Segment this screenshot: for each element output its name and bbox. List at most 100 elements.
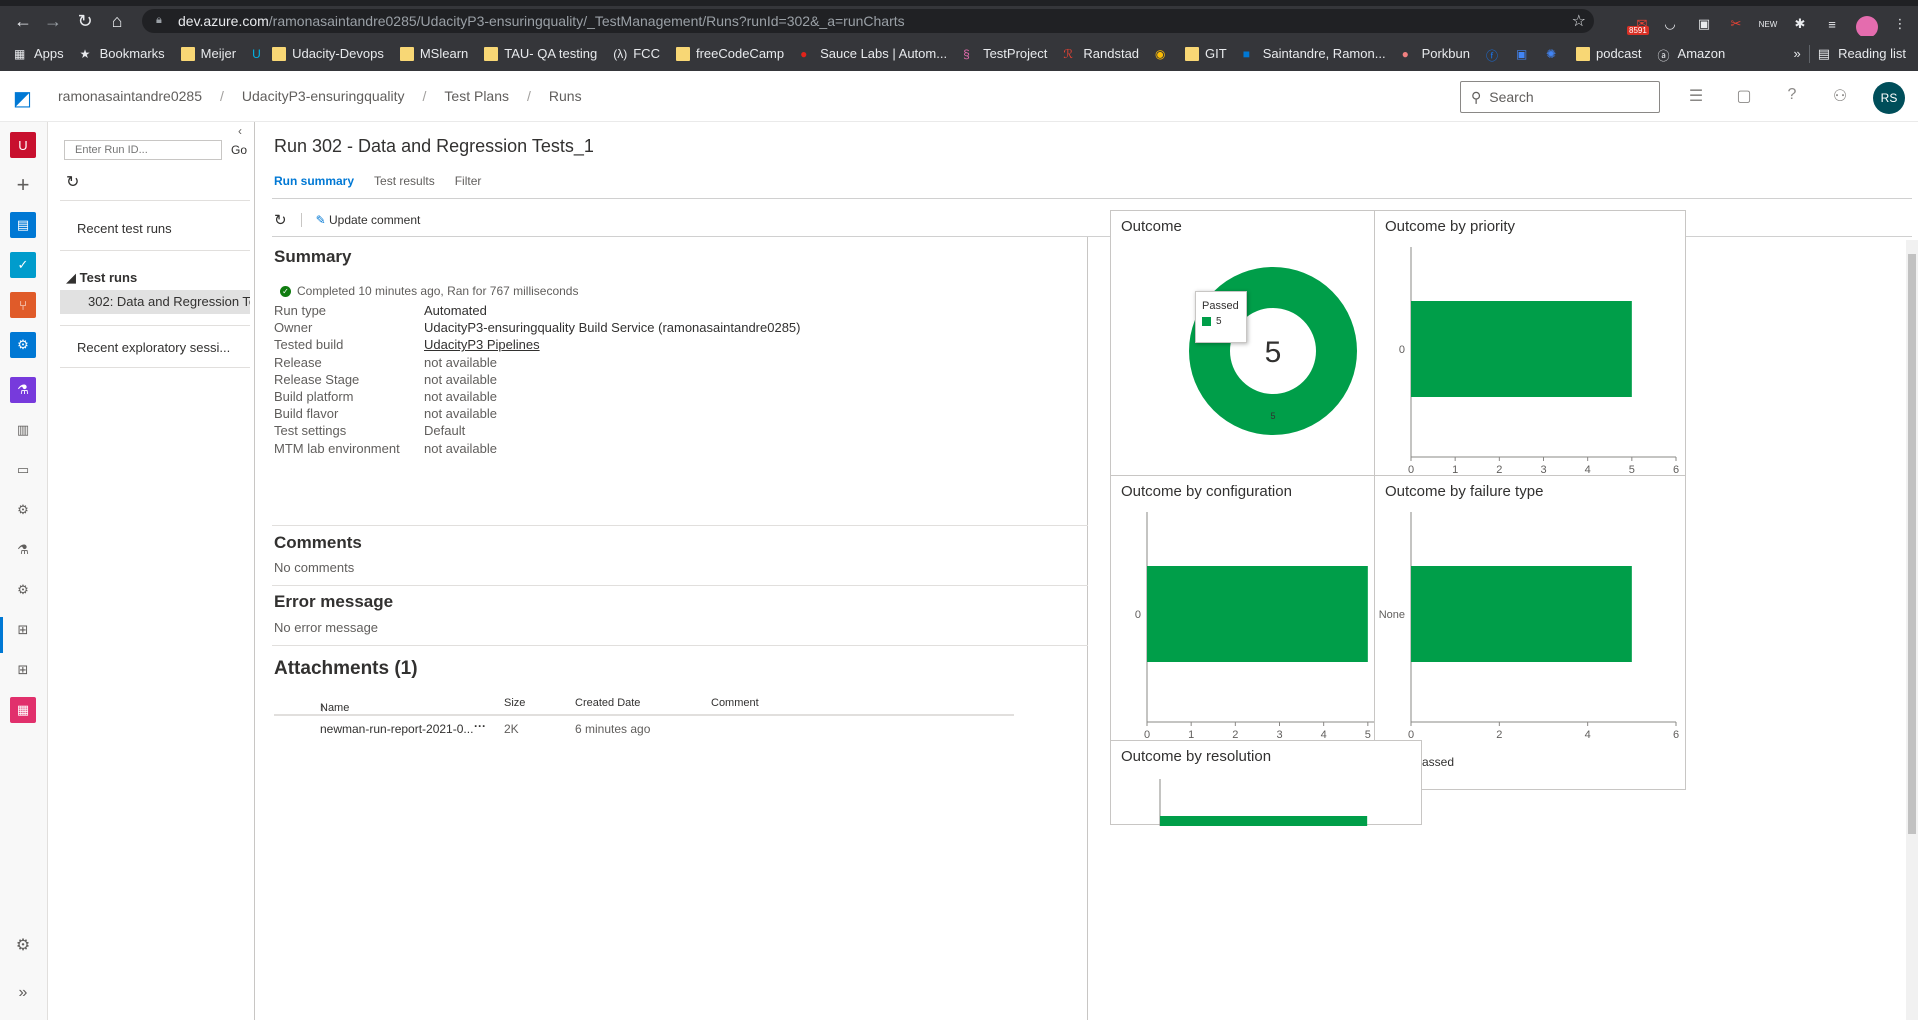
- azure-devops-logo-icon[interactable]: ◩: [13, 86, 35, 110]
- crumb-project[interactable]: UdacityP3-ensuringquality: [242, 88, 405, 104]
- refresh-icon[interactable]: ↻: [66, 172, 79, 192]
- work-items-icon[interactable]: ☰: [1686, 86, 1706, 106]
- refresh-icon[interactable]: ↻: [274, 211, 287, 229]
- forward-icon[interactable]: →: [38, 6, 68, 36]
- x-tick-label: 6: [1673, 729, 1679, 741]
- bookmark-meijer[interactable]: Meijer: [180, 46, 236, 61]
- test-plans-icon[interactable]: ⚗: [10, 377, 36, 403]
- reading-list-button[interactable]: Reading list: [1838, 46, 1906, 61]
- go-button[interactable]: Go: [228, 140, 250, 160]
- boards-icon[interactable]: ✓: [10, 252, 36, 278]
- add-icon[interactable]: +: [10, 172, 36, 198]
- parameters-icon[interactable]: ⚙: [10, 497, 36, 523]
- recent-exploratory-link[interactable]: Recent exploratory sessi...: [77, 340, 230, 355]
- tabs-divider: [272, 198, 1912, 199]
- bookmark-bookmarks[interactable]: ★ Bookmarks: [80, 46, 165, 61]
- bookmark-facebook[interactable]: ⓕ: [1486, 47, 1500, 63]
- panel-divider: [60, 325, 250, 326]
- section-divider: [272, 585, 1088, 586]
- field-value: not available: [424, 354, 497, 370]
- scrollbar[interactable]: [1906, 240, 1918, 1020]
- overview-icon[interactable]: ▤: [10, 212, 36, 238]
- bookmark-apps[interactable]: ▦ Apps: [14, 46, 64, 61]
- field-value[interactable]: UdacityP3 Pipelines: [424, 337, 540, 352]
- reading-list-icon: ▤: [1817, 45, 1831, 61]
- bookmark-indeed[interactable]: ▣: [1516, 47, 1530, 61]
- bookmark-testproject[interactable]: § TestProject: [963, 46, 1047, 61]
- x-tick-label: 4: [1585, 729, 1591, 741]
- tab-filter[interactable]: Filter: [455, 174, 482, 188]
- update-comment-button[interactable]: ✎ Update comment: [316, 213, 421, 227]
- repos-icon[interactable]: ⑂: [10, 292, 36, 318]
- col-comment[interactable]: Comment: [711, 697, 759, 709]
- pipelines-icon[interactable]: ⚙: [10, 332, 36, 358]
- bookmark-randstad[interactable]: ℛ Randstad: [1063, 46, 1139, 61]
- tooltip-label: Passed: [1202, 300, 1239, 312]
- progress-report-icon[interactable]: ▭: [10, 457, 36, 483]
- user-avatar[interactable]: RS: [1873, 82, 1905, 114]
- field-value: not available: [424, 371, 497, 387]
- marketplace-bag-icon[interactable]: ▢: [1734, 86, 1754, 106]
- expand-nav-icon[interactable]: »: [10, 980, 36, 1006]
- more-actions-icon[interactable]: ···: [474, 719, 486, 733]
- bookmark-freecodecamp[interactable]: freeCodeCamp: [675, 46, 784, 61]
- bookmark-udacity-devops[interactable]: U Udacity-Devops: [252, 46, 384, 61]
- load-test-icon[interactable]: ⊞: [10, 617, 36, 643]
- bookmark-porkbun[interactable]: ● Porkbun: [1402, 46, 1470, 61]
- chart-card[interactable]: Outcome by resolution: [1110, 740, 1422, 826]
- runs-icon[interactable]: ⚙: [10, 577, 36, 603]
- selected-run-item[interactable]: 302: Data and Regression Tests_1: [60, 290, 250, 314]
- scroll-thumb[interactable]: [1908, 254, 1916, 834]
- test-runs-tree-header[interactable]: ◢ Test runs: [66, 270, 137, 286]
- pocket-extension-icon[interactable]: ◡: [1658, 12, 1682, 36]
- crumb-org[interactable]: ramonasaintandre0285: [58, 88, 202, 104]
- scissors-extension-icon[interactable]: ✂: [1724, 12, 1748, 36]
- attachment-name[interactable]: newman-run-report-2021-0...: [320, 722, 473, 736]
- chrome-profile-avatar[interactable]: [1856, 16, 1878, 38]
- crumb-test-plans[interactable]: Test Plans: [444, 88, 509, 104]
- bookmark-outlook[interactable]: ■ Saintandre, Ramon...: [1243, 46, 1386, 61]
- chrome-menu-icon[interactable]: ⋮: [1888, 12, 1912, 36]
- bookmark-mslearn[interactable]: MSlearn: [399, 46, 468, 61]
- table-row[interactable]: newman-run-report-2021-0... ··· 2K 6 min…: [274, 717, 1014, 741]
- category-label: 0: [1135, 609, 1141, 621]
- run-id-input[interactable]: [64, 140, 222, 160]
- home-icon[interactable]: ⌂: [102, 6, 132, 36]
- grid-icon[interactable]: ⊞: [10, 657, 36, 683]
- reload-icon[interactable]: ↻: [70, 6, 100, 36]
- bookmark-git[interactable]: GIT: [1185, 46, 1227, 61]
- reading-list-icon[interactable]: ≡: [1820, 12, 1844, 36]
- test-plans-sub-icon[interactable]: ▥: [10, 417, 36, 443]
- puzzle-extensions-icon[interactable]: ✱: [1788, 12, 1812, 36]
- url-input[interactable]: 🔒︎ dev.azure.com/ramonasaintandre0285/Ud…: [142, 9, 1594, 33]
- new-extension-icon[interactable]: NEW: [1756, 12, 1780, 36]
- crumb-runs[interactable]: Runs: [549, 88, 582, 104]
- artifacts-icon[interactable]: ▦: [10, 697, 36, 723]
- tab-run-summary[interactable]: Run summary: [274, 174, 354, 188]
- project-settings-icon[interactable]: ⚙: [10, 932, 36, 958]
- bookmark-podcast[interactable]: podcast: [1575, 46, 1642, 61]
- back-icon[interactable]: ←: [8, 6, 38, 36]
- more-bookmarks-button[interactable]: »: [1794, 46, 1801, 61]
- bookmark-star-icon[interactable]: ☆: [1572, 11, 1586, 31]
- help-icon[interactable]: ?: [1782, 86, 1802, 106]
- col-created-date[interactable]: Created Date: [575, 697, 640, 709]
- bookmark-sauce-labs[interactable]: ● Sauce Labs | Autom...: [800, 46, 947, 61]
- bookmark-fcc[interactable]: (λ) FCC: [613, 46, 660, 61]
- chart-title: Outcome by failure type: [1385, 483, 1544, 500]
- bookmark-amazon[interactable]: ⓐ Amazon: [1658, 46, 1726, 63]
- tab-test-results[interactable]: Test results: [374, 174, 435, 188]
- bookmark-spinner[interactable]: ✺: [1546, 47, 1560, 61]
- configurations-icon[interactable]: ⚗: [10, 537, 36, 563]
- outlook-icon: ■: [1242, 46, 1250, 61]
- bookmark-tau[interactable]: TAU- QA testing: [484, 46, 597, 61]
- bookmark-chrome[interactable]: ◉: [1155, 47, 1169, 61]
- search-input[interactable]: ⚲ Search: [1460, 81, 1660, 113]
- project-avatar-icon[interactable]: U: [10, 132, 36, 158]
- collapse-panel-icon[interactable]: ‹: [238, 124, 242, 138]
- col-size[interactable]: Size: [504, 697, 525, 709]
- extension-icon[interactable]: ▣: [1692, 12, 1716, 36]
- x-tick-label: 2: [1496, 729, 1502, 741]
- recent-test-runs-link[interactable]: Recent test runs: [77, 221, 172, 236]
- user-settings-icon[interactable]: ⚇: [1830, 86, 1850, 106]
